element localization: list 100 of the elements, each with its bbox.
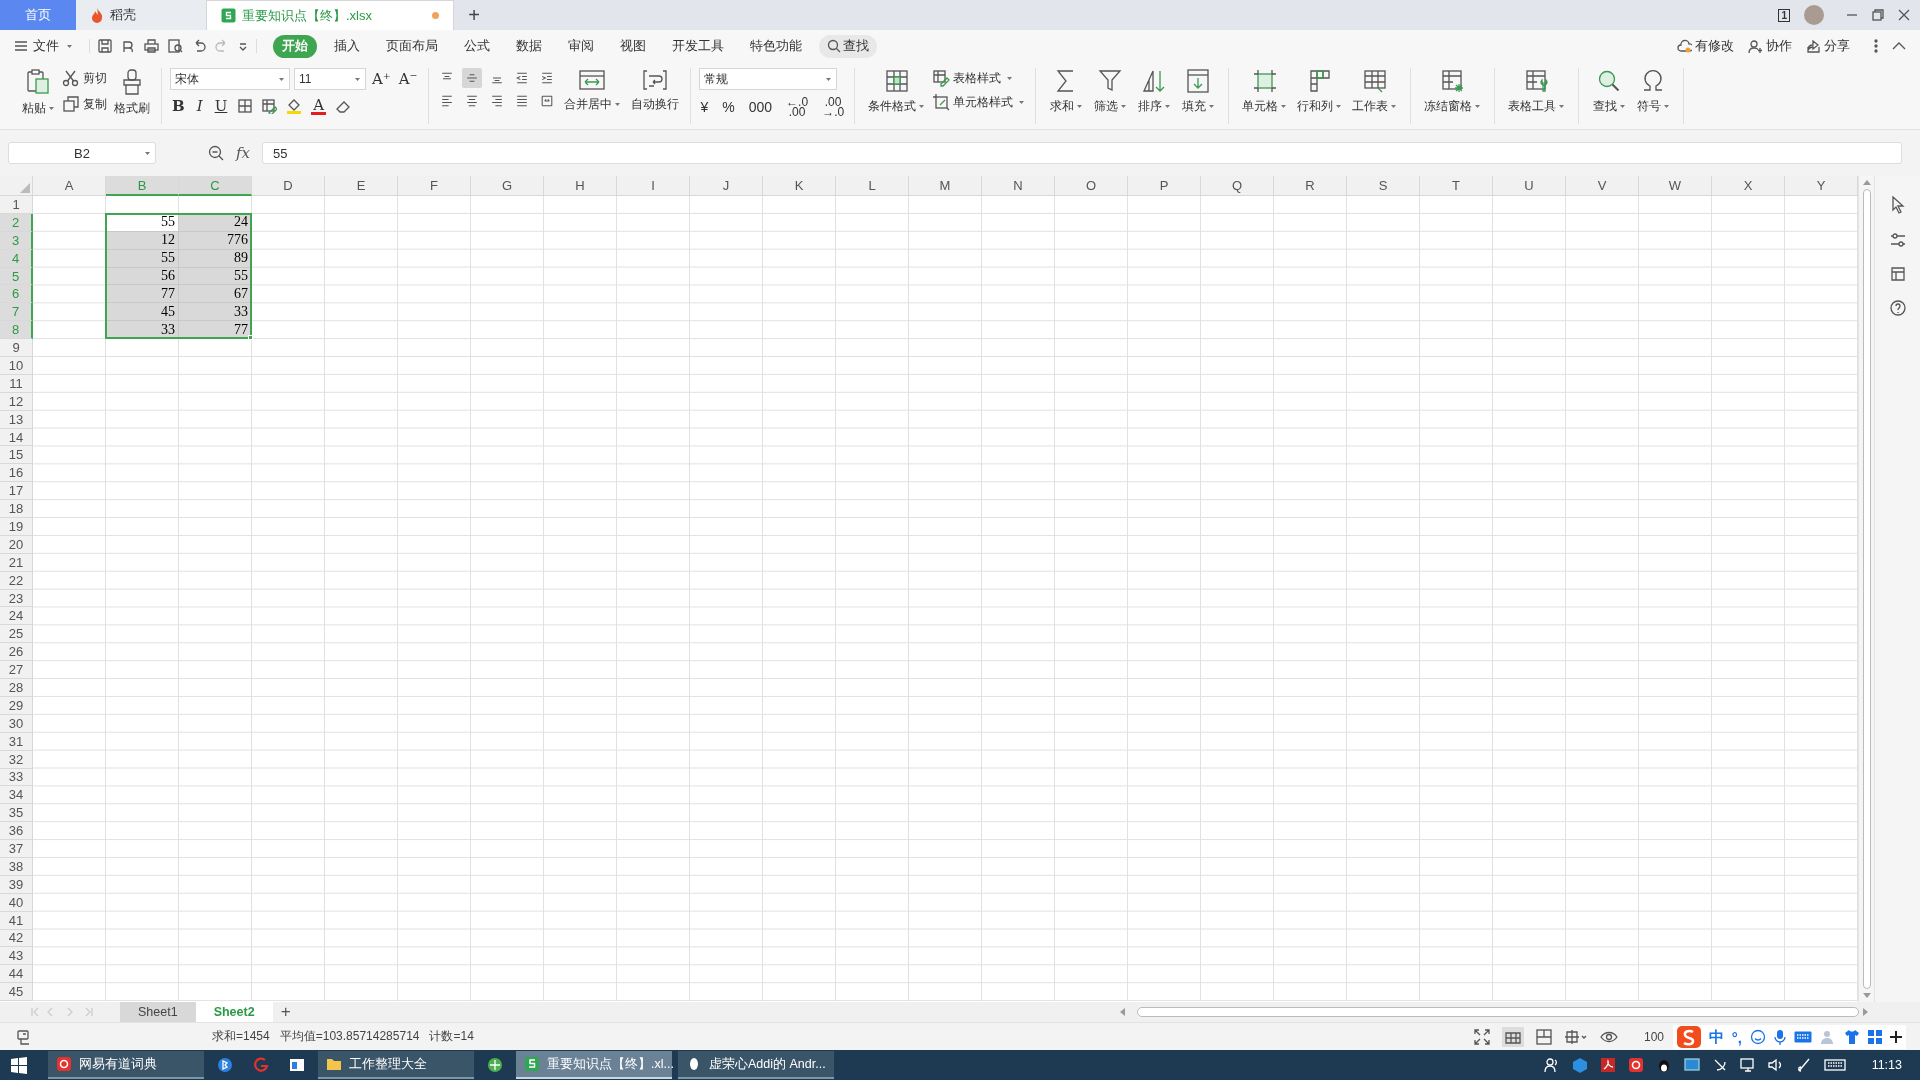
close-icon[interactable] [1898,9,1910,21]
row-header[interactable]: 17 [0,482,33,501]
shirt-icon[interactable] [1844,1029,1860,1045]
column-header[interactable]: I [617,176,690,196]
cut-button[interactable]: 剪切 [62,68,107,88]
number-format-field[interactable]: 常规 [698,68,837,90]
column-header[interactable]: T [1420,176,1493,196]
input-method-icon[interactable] [1676,1026,1701,1048]
column-header[interactable]: P [1128,176,1201,196]
print-icon[interactable] [144,39,159,53]
border-icon[interactable] [237,98,254,114]
zoom-icon[interactable] [208,145,224,161]
cube-icon[interactable] [1571,1057,1588,1073]
rows-columns-button[interactable]: 行和列 [1294,68,1346,115]
filter-button[interactable]: 筛选 [1090,68,1131,115]
sum-button[interactable]: 求和 [1046,68,1087,115]
number-format-button[interactable]: % [720,99,737,115]
column-header[interactable]: N [982,176,1055,196]
microphone-icon[interactable] [1774,1029,1786,1045]
brush-button[interactable]: 格式刷 [111,68,153,117]
down-arrow-icon[interactable] [1862,993,1871,998]
column-header[interactable]: X [1712,176,1785,196]
person-button[interactable]: 协作 [1748,37,1792,55]
column-header[interactable]: U [1493,176,1566,196]
symbol-button[interactable]: 符号 [1633,68,1674,115]
taskbar-app[interactable]: 工作整理大全 [318,1051,474,1079]
function-label[interactable]: fx [236,144,250,162]
column-header[interactable]: E [325,176,398,196]
column-header[interactable]: S [1347,176,1420,196]
number-format-button[interactable]: .00 →.0 [820,97,847,117]
ribbon-tab[interactable]: 插入 [325,34,369,58]
row-header[interactable]: 36 [0,822,33,841]
curl-icon[interactable] [121,39,135,53]
row-header[interactable]: 24 [0,607,33,626]
row-header[interactable]: 34 [0,786,33,805]
name-box[interactable]: B2 [8,142,156,164]
column-header[interactable]: A [33,176,106,196]
column-header[interactable]: F [398,176,471,196]
language-toggle[interactable]: 中 [1708,1027,1724,1047]
ribbon-tab[interactable]: 开发工具 [663,34,733,58]
restore-icon[interactable] [1872,9,1884,21]
row-header[interactable]: 16 [0,464,33,483]
font-size-field[interactable]: 11 [294,68,366,90]
sliders-icon[interactable] [1889,232,1906,248]
sheet-tab[interactable]: Sheet1 [120,1002,196,1022]
row-header[interactable]: 19 [0,518,33,536]
keyboard-icon[interactable] [1794,1031,1812,1043]
column-header[interactable]: J [690,176,763,196]
italic-button[interactable]: I [194,97,205,115]
row-header[interactable]: 25 [0,625,33,644]
document-tab[interactable]: 稻壳 [76,0,206,30]
row-header[interactable]: 45 [0,983,33,1002]
row-header[interactable]: 10 [0,357,33,375]
fill-button[interactable]: 填充 [1178,68,1219,115]
ribbon-tab[interactable]: 审阅 [559,34,603,58]
number-format-button[interactable]: ¥ [698,99,711,115]
column-header[interactable]: R [1274,176,1347,196]
wrap-text-button[interactable]: 自动换行 [627,68,682,113]
column-header[interactable]: M [909,176,982,196]
find-button[interactable]: 查找 [1589,68,1630,115]
taskbar-app[interactable]: 虚荣心Addi的 Andr... [678,1051,834,1079]
font-name-field[interactable]: 宋体 [170,68,290,90]
save-icon[interactable] [98,39,112,53]
column-header[interactable]: L [836,176,909,196]
up-arrow-icon[interactable] [1862,180,1871,185]
column-header[interactable]: G [471,176,544,196]
plus-icon[interactable] [1890,1031,1902,1043]
number-format-button[interactable]: ←.0 .00 [784,97,811,117]
apps-icon[interactable] [1868,1030,1882,1044]
row-header[interactable]: 9 [0,339,33,357]
copy-button[interactable]: 复制 [62,94,107,114]
table-tools-button[interactable]: 表格工具 [1505,68,1569,115]
share-button[interactable]: 分享 [1806,37,1850,55]
sheet-tab[interactable]: Sheet2 [195,1002,273,1022]
row-header[interactable]: 26 [0,643,33,662]
speaker-icon[interactable] [1767,1057,1784,1073]
dictionary-icon[interactable] [1627,1057,1644,1073]
grow-font-button[interactable]: A⁺ [370,70,393,88]
merge-button[interactable]: 合并居中 [560,68,624,113]
ribbon-tab[interactable]: 视图 [611,34,655,58]
cell-style-button[interactable]: 单元格样式 [932,92,1026,112]
shrink-font-button[interactable]: A⁻ [396,70,420,88]
cursor-icon[interactable] [1889,196,1906,214]
add-sheet-button[interactable]: + [272,1002,299,1022]
browser-icon[interactable] [487,1057,503,1073]
row-header[interactable]: 44 [0,965,33,984]
file-menu[interactable]: 文件 [14,37,73,55]
column-header[interactable]: W [1639,176,1712,196]
cells-button[interactable]: 单元格 [1239,68,1291,115]
pen-icon[interactable] [1795,1057,1812,1073]
new-tab-button[interactable]: + [454,0,494,30]
start-icon[interactable] [10,1056,28,1074]
print-preview-icon[interactable] [168,39,183,53]
column-header[interactable]: K [763,176,836,196]
paint-bucket-icon[interactable] [285,97,304,115]
smiley-icon[interactable] [1750,1029,1766,1045]
fullscreen-icon[interactable] [1473,1028,1490,1045]
help-icon[interactable] [1889,300,1906,316]
network-icon[interactable] [1739,1057,1756,1073]
column-header[interactable]: O [1055,176,1128,196]
